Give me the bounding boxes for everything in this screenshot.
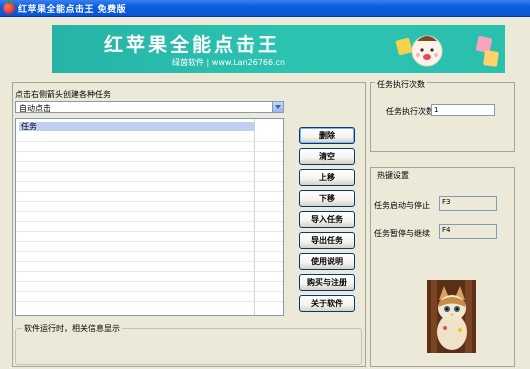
list-row-line [16,191,283,192]
list-row-line [16,151,283,152]
buy-register-button[interactable]: 购买与注册 [299,274,355,291]
list-row-line [16,291,283,292]
list-row-line [16,251,283,252]
cat-image [427,280,476,353]
list-row-line [16,261,283,262]
import-tasks-button[interactable]: 导入任务 [299,211,355,228]
list-row-line [16,281,283,282]
move-up-button[interactable]: 上移 [299,169,355,186]
about-button[interactable]: 关于软件 [299,295,355,312]
list-row-line [16,231,283,232]
list-row-line [16,221,283,222]
export-tasks-button[interactable]: 导出任务 [299,232,355,249]
exec-count-panel [370,82,515,152]
start-stop-hotkey-label: 任务启动与停止 [374,201,430,210]
status-group-label: 软件运行时，相关信息显示 [22,323,122,334]
list-row-line [16,181,283,182]
task-list-header: 任务 [19,122,254,131]
list-row-line [16,171,283,172]
clear-button[interactable]: 清空 [299,148,355,165]
task-type-select[interactable]: 自动点击 [15,101,284,113]
app-apple-icon [3,0,15,14]
banner-subtitle: 绿茵软件 | www.Lan26766.cn [172,58,286,67]
hotkey-group-label: 热键设置 [375,170,411,181]
window-title: 红苹果全能点击王 免费版 [18,5,127,15]
exec-count-group-label: 任务执行次数 [375,79,427,90]
banner: 红苹果全能点击王 绿茵软件 | www.Lan26766.cn [52,25,505,73]
title-bar[interactable]: 红苹果全能点击王 免费版 [0,0,530,17]
exec-count-label: 任务执行次数 [386,107,434,116]
pause-resume-hotkey-label: 任务暂停与继续 [374,229,430,238]
task-list-column-task: 任务 [21,122,37,131]
task-hint: 点击右侧箭头创建各种任务 [15,90,111,99]
task-list[interactable]: 任务 [15,118,284,316]
banner-title: 红苹果全能点击王 [104,34,281,56]
list-row-line [16,141,283,142]
move-down-button[interactable]: 下移 [299,190,355,207]
start-stop-hotkey-field[interactable]: F3 [439,196,497,211]
pause-resume-hotkey-field[interactable]: F4 [439,224,497,239]
list-row-line [16,211,283,212]
list-row-line [16,201,283,202]
cat-icon [427,280,476,353]
list-row-line [16,301,283,302]
column-divider [254,119,255,315]
list-row-line [16,241,283,242]
help-button[interactable]: 使用说明 [299,253,355,270]
delete-button[interactable]: 删除 [299,127,355,144]
shopping-bag-icon [483,50,499,67]
exec-count-input[interactable]: 1 [431,104,495,116]
mascot-icon [411,35,443,67]
list-row-line [16,271,283,272]
chevron-down-icon[interactable] [272,102,283,112]
task-type-value: 自动点击 [19,104,51,113]
list-row-line [16,161,283,162]
